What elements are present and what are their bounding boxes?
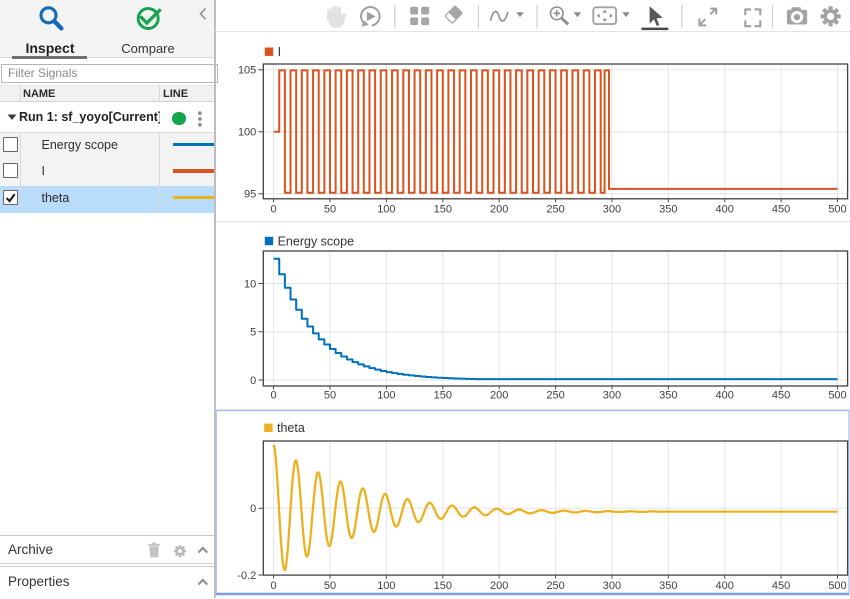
svg-text:5: 5 (250, 327, 256, 339)
svg-text:400: 400 (716, 580, 734, 592)
svg-text:100: 100 (377, 389, 395, 401)
svg-text:350: 350 (659, 389, 677, 401)
svg-text:350: 350 (659, 203, 677, 215)
svg-text:450: 450 (772, 580, 790, 592)
svg-text:250: 250 (546, 389, 564, 401)
svg-text:300: 300 (603, 580, 621, 592)
svg-text:250: 250 (546, 580, 564, 592)
svg-text:95: 95 (244, 189, 256, 201)
svg-text:I: I (278, 45, 281, 59)
svg-text:400: 400 (716, 203, 734, 215)
svg-text:150: 150 (434, 580, 452, 592)
svg-text:500: 500 (828, 203, 846, 215)
svg-text:0: 0 (250, 503, 256, 515)
svg-text:0: 0 (271, 580, 277, 592)
svg-text:450: 450 (772, 203, 790, 215)
svg-text:100: 100 (238, 127, 256, 139)
svg-text:0: 0 (250, 375, 256, 387)
svg-text:theta: theta (277, 421, 305, 435)
svg-text:-0.2: -0.2 (237, 570, 256, 582)
svg-text:0: 0 (271, 203, 277, 215)
svg-text:250: 250 (546, 203, 564, 215)
svg-text:0: 0 (271, 389, 277, 401)
svg-text:105: 105 (238, 65, 256, 77)
svg-text:50: 50 (324, 203, 336, 215)
svg-text:300: 300 (603, 389, 621, 401)
svg-text:400: 400 (716, 389, 734, 401)
svg-text:50: 50 (324, 580, 336, 592)
svg-text:350: 350 (659, 580, 677, 592)
svg-text:450: 450 (772, 389, 790, 401)
svg-text:500: 500 (828, 389, 846, 401)
svg-text:50: 50 (324, 389, 336, 401)
svg-text:150: 150 (434, 389, 452, 401)
svg-text:Energy scope: Energy scope (278, 234, 354, 248)
svg-text:200: 200 (490, 580, 508, 592)
svg-text:300: 300 (603, 203, 621, 215)
svg-text:150: 150 (434, 203, 452, 215)
svg-text:100: 100 (377, 580, 395, 592)
svg-text:500: 500 (828, 580, 846, 592)
svg-text:200: 200 (490, 389, 508, 401)
svg-text:200: 200 (490, 203, 508, 215)
svg-text:100: 100 (377, 203, 395, 215)
svg-text:10: 10 (244, 278, 256, 290)
